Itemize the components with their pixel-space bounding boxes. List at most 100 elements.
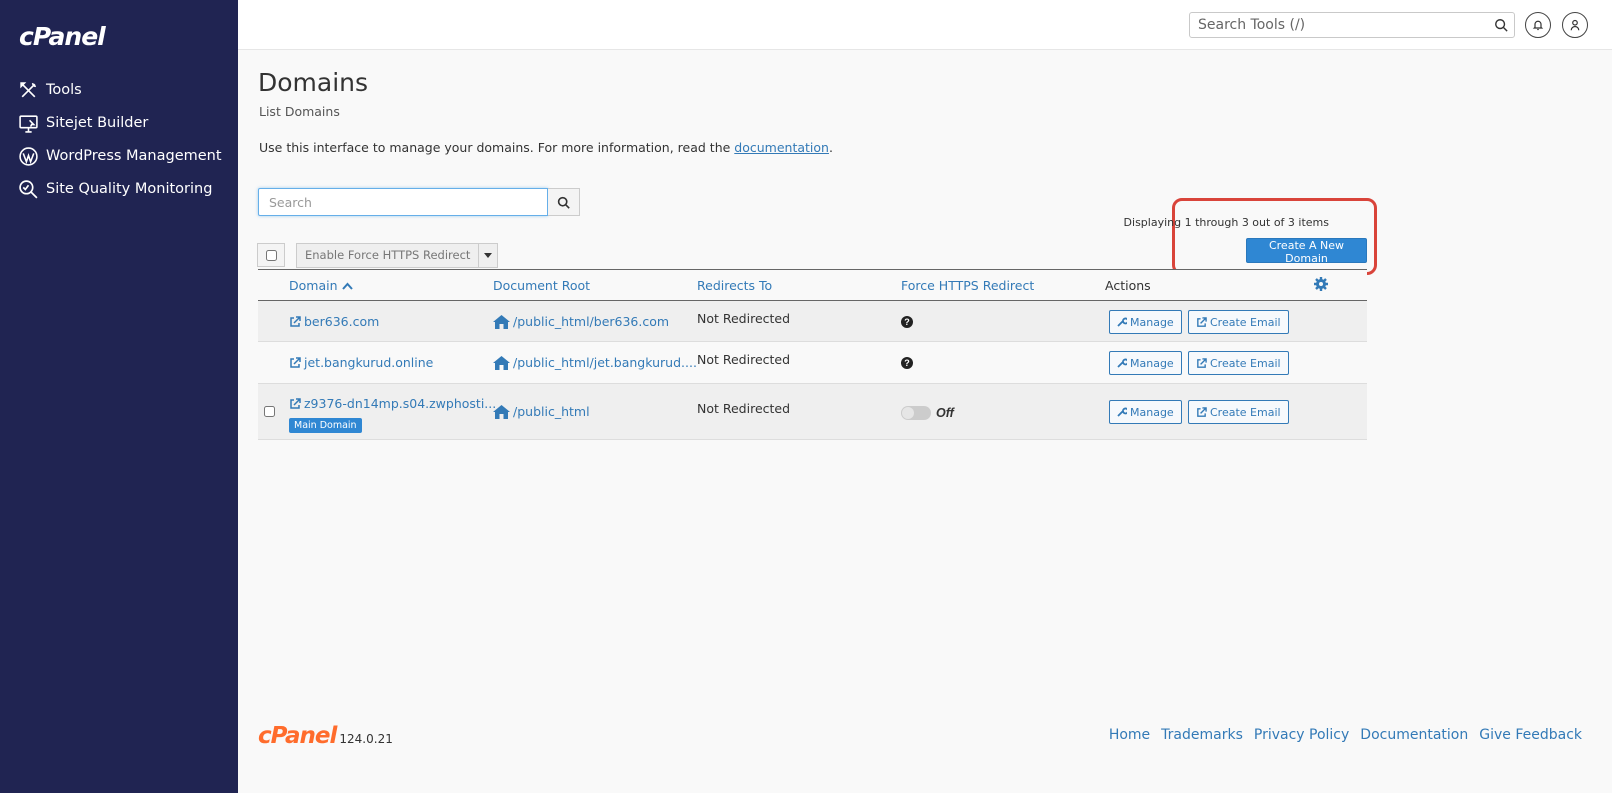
footer-links: Home Trademarks Privacy Policy Documenta… (1109, 727, 1582, 743)
table-row: z9376-dn14mp.s04.zwphosti... Main Domain… (258, 384, 1367, 440)
help-icon[interactable]: ? (901, 316, 913, 328)
domain-name: ber636.com (304, 314, 380, 329)
manage-label: Manage (1130, 356, 1174, 370)
documentation-link[interactable]: documentation (734, 140, 829, 155)
footer-brand[interactable]: cPanel (258, 723, 337, 749)
column-header-label: Domain (289, 278, 338, 293)
user-account-icon[interactable] (1562, 12, 1588, 38)
domain-search-input[interactable] (258, 188, 548, 216)
page-title: Domains (258, 68, 369, 97)
footer-link-trademarks[interactable]: Trademarks (1161, 727, 1243, 743)
sidebar: cPanel Tools Sitejet Builder WordPress M… (0, 0, 238, 793)
version-number: 124.0.21 (339, 732, 393, 746)
document-root-link[interactable]: /public_html (493, 404, 590, 419)
column-header-force-https[interactable]: Force HTTPS Redirect (901, 278, 1034, 293)
table-row: jet.bangkurud.online /public_html/jet.ba… (258, 342, 1367, 384)
sidebar-item-label: Tools (46, 82, 82, 98)
redirect-status: Not Redirected (697, 352, 791, 367)
force-https-toggle-label: Off (936, 406, 954, 420)
tools-icon (20, 81, 37, 97)
home-icon (493, 404, 510, 419)
caret-down-icon (484, 253, 493, 258)
document-root-link[interactable]: /public_html/ber636.com (493, 314, 669, 329)
create-email-label: Create Email (1210, 356, 1281, 370)
wrench-icon (1117, 317, 1127, 327)
table-header: Domain Document Root Redirects To Force … (258, 269, 1367, 301)
sidebar-item-wordpress[interactable]: WordPress Management (18, 144, 222, 168)
domain-link[interactable]: z9376-dn14mp.s04.zwphosti... (289, 396, 496, 411)
footer-link-give-feedback[interactable]: Give Feedback (1479, 727, 1582, 743)
table-row: ber636.com /public_html/ber636.com Not R… (258, 301, 1367, 342)
manage-label: Manage (1130, 315, 1174, 329)
document-root-path: /public_html (513, 404, 590, 419)
cpanel-logo[interactable]: cPanel (19, 22, 106, 51)
main-domain-badge: Main Domain (289, 418, 362, 433)
select-all-checkbox-wrap (257, 243, 285, 267)
redirect-status: Not Redirected (697, 401, 791, 416)
manage-label: Manage (1130, 405, 1174, 419)
home-icon (493, 355, 510, 370)
redirect-status: Not Redirected (697, 311, 791, 326)
intro-body: Use this interface to manage your domain… (259, 140, 735, 155)
column-header-domain[interactable]: Domain (289, 278, 353, 293)
create-email-button[interactable]: Create Email (1188, 310, 1289, 334)
intro-text: Use this interface to manage your domain… (259, 140, 833, 155)
force-https-toggle[interactable] (901, 406, 931, 420)
wrench-icon (1117, 358, 1127, 368)
footer-link-home[interactable]: Home (1109, 727, 1150, 743)
domain-link[interactable]: jet.bangkurud.online (289, 355, 433, 370)
bulk-action-dropdown-toggle[interactable] (479, 244, 497, 267)
external-link-icon (290, 397, 301, 409)
monitor-icon (19, 114, 38, 133)
manage-button[interactable]: Manage (1109, 351, 1182, 375)
footer-link-privacy-policy[interactable]: Privacy Policy (1254, 727, 1349, 743)
row-checkbox[interactable] (264, 406, 275, 417)
help-icon[interactable]: ? (901, 357, 913, 369)
footer-link-documentation[interactable]: Documentation (1360, 727, 1468, 743)
domain-name: z9376-dn14mp.s04.zwphosti... (304, 396, 497, 411)
external-link-icon (1197, 357, 1207, 368)
sidebar-item-label: Site Quality Monitoring (46, 181, 213, 197)
wrench-icon (1117, 407, 1127, 417)
external-link-icon (1197, 406, 1207, 417)
column-header-actions: Actions (1105, 278, 1151, 293)
domain-link[interactable]: ber636.com (289, 314, 379, 329)
enable-force-https-button[interactable]: Enable Force HTTPS Redirect (297, 244, 480, 267)
sidebar-item-site-quality[interactable]: Site Quality Monitoring (18, 177, 212, 201)
column-header-redirects-to[interactable]: Redirects To (697, 278, 772, 293)
pagination-count: Displaying 1 through 3 out of 3 items (1123, 216, 1329, 229)
intro-end: . (828, 140, 833, 155)
document-root-link[interactable]: /public_html/jet.bangkurud.... (493, 355, 697, 370)
search-icon (557, 196, 570, 209)
tool-search-input[interactable] (1190, 13, 1488, 37)
document-root-path: /public_html/ber636.com (513, 314, 670, 329)
bulk-action-button: Enable Force HTTPS Redirect (296, 243, 499, 268)
sidebar-item-label: WordPress Management (46, 148, 222, 164)
create-email-button[interactable]: Create Email (1188, 400, 1289, 424)
manage-button[interactable]: Manage (1109, 310, 1182, 334)
topbar (238, 0, 1612, 50)
sidebar-item-sitejet[interactable]: Sitejet Builder (18, 111, 148, 135)
page-subtitle: List Domains (259, 104, 340, 119)
create-email-label: Create Email (1210, 405, 1281, 419)
create-email-button[interactable]: Create Email (1188, 351, 1289, 375)
sort-ascending-icon (341, 282, 353, 290)
notifications-bell-icon[interactable] (1525, 12, 1551, 38)
external-link-icon (290, 315, 301, 327)
magnifier-check-icon (19, 179, 38, 198)
tool-search-box (1189, 12, 1515, 38)
footer-logo: cPanel 124.0.21 (258, 723, 393, 749)
sidebar-item-label: Sitejet Builder (46, 115, 149, 131)
search-icon[interactable] (1488, 18, 1514, 32)
sidebar-item-tools[interactable]: Tools (18, 78, 82, 102)
gear-icon[interactable] (1313, 276, 1329, 297)
domain-search-button[interactable] (548, 188, 580, 216)
external-link-icon (290, 356, 301, 368)
create-new-domain-button[interactable]: Create A New Domain (1246, 238, 1367, 265)
column-header-document-root[interactable]: Document Root (493, 278, 590, 293)
highlight-box (1172, 198, 1377, 275)
main-content: Domains List Domains Use this interface … (238, 50, 1612, 793)
select-all-checkbox[interactable] (265, 249, 277, 261)
manage-button[interactable]: Manage (1109, 400, 1182, 424)
external-link-icon (1197, 316, 1207, 327)
